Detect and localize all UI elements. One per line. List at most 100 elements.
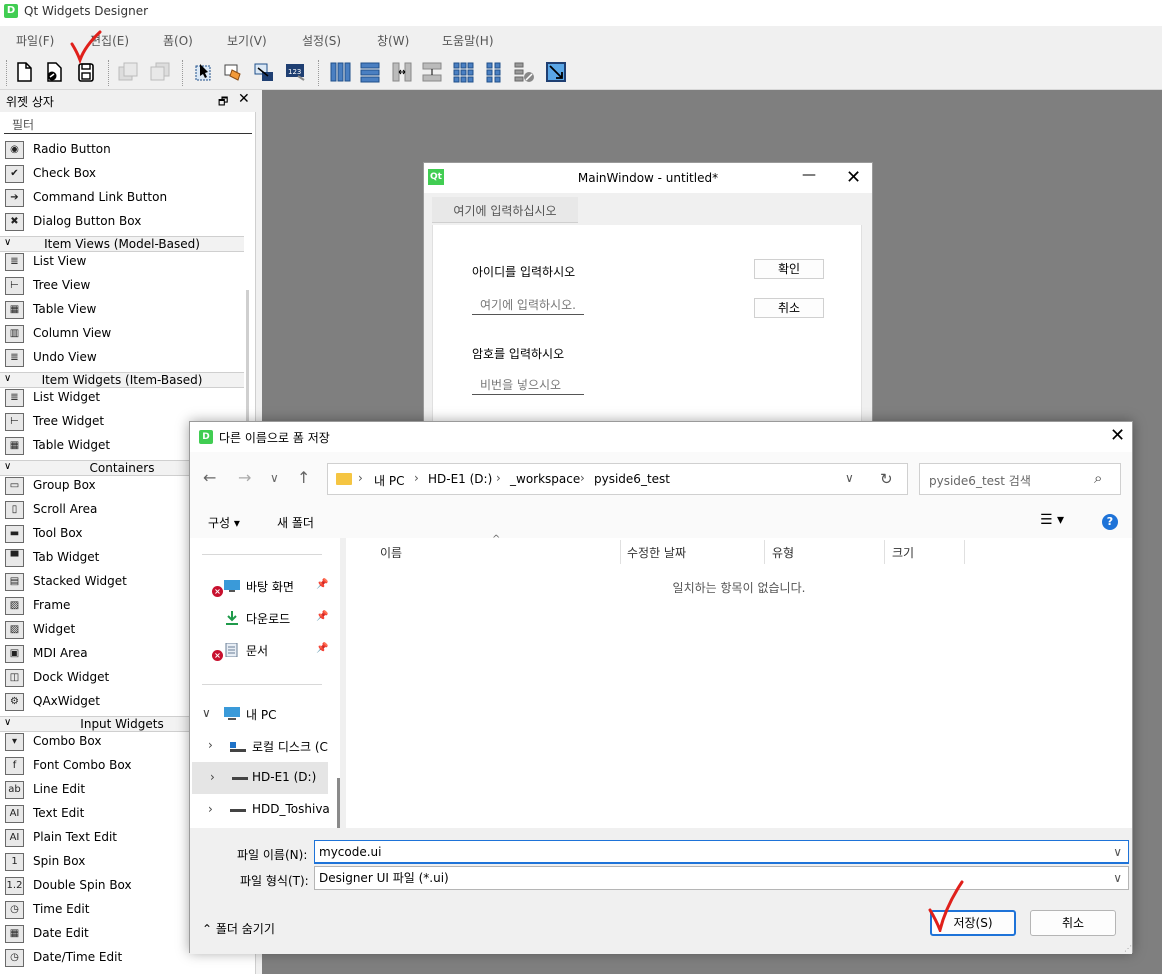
pin-icon[interactable]: 📌 [316, 579, 328, 590]
filetype-dropdown-icon[interactable]: ∨ [1113, 867, 1122, 889]
bring-to-front-icon[interactable] [116, 60, 140, 84]
breadcrumb-this-pc[interactable]: 내 PC [374, 472, 404, 489]
folder-search-input[interactable]: pyside6_test 검색 ⌕ [919, 463, 1121, 495]
ok-button[interactable]: 확인 [754, 259, 824, 279]
minimize-icon[interactable]: — [802, 167, 816, 183]
menu-window[interactable]: 창(W) [377, 32, 409, 49]
pin-icon[interactable]: 📌 [316, 643, 328, 654]
organize-button[interactable]: 구성 ▾ [208, 514, 240, 531]
open-form-icon[interactable] [42, 60, 66, 84]
cancel-button[interactable]: 취소 [754, 298, 824, 318]
edit-signals-slots-icon[interactable] [252, 60, 276, 84]
table-widget-icon: ▦ [5, 437, 24, 455]
edit-widgets-icon[interactable] [192, 60, 216, 84]
edit-tab-order-icon[interactable]: 123 [284, 60, 308, 84]
new-folder-button[interactable]: 새 폴더 [277, 514, 314, 531]
recent-locations-chevron-icon[interactable]: ∨ [270, 471, 279, 485]
refresh-icon[interactable]: ↻ [880, 470, 893, 488]
filename-dropdown-icon[interactable]: ∨ [1113, 841, 1122, 863]
widget-list-item[interactable]: ✔ Check Box [0, 162, 244, 186]
nav-this-pc[interactable]: ∨ 내 PC [190, 698, 330, 730]
menu-settings[interactable]: 설정(S) [302, 32, 341, 49]
nav-hd-e1[interactable]: › HD-E1 (D:) [192, 762, 328, 794]
widget-list-item[interactable]: ▦ Table View [0, 298, 244, 322]
search-icon[interactable]: ⌕ [1094, 469, 1102, 487]
nav-hdd-toshiba[interactable]: › HDD_Toshiva [190, 794, 330, 826]
lay-out-form-icon[interactable] [482, 60, 506, 84]
menu-view[interactable]: 보기(V) [227, 32, 267, 49]
save-button[interactable]: 저장(S) [930, 910, 1016, 936]
widget-list-item[interactable]: ◉ Radio Button [0, 138, 244, 162]
column-header-size[interactable]: 크기 [892, 544, 914, 561]
column-header-modified[interactable]: 수정한 날짜 [627, 544, 686, 561]
dialog-cancel-button[interactable]: 취소 [1030, 910, 1116, 936]
id-input[interactable]: 여기에 입력하시오. [472, 295, 584, 315]
address-dropdown-icon[interactable]: ∨ [845, 471, 854, 485]
nav-downloads[interactable]: 다운로드 📌 [190, 602, 330, 634]
column-separator[interactable] [964, 540, 965, 564]
address-bar[interactable]: › 내 PC › HD-E1 (D:) › _workspace › pysid… [327, 463, 908, 495]
collapsed-chevron-icon[interactable]: › [208, 738, 213, 752]
menu-help[interactable]: 도움말(H) [442, 32, 494, 49]
menu-file[interactable]: 파일(F) [16, 32, 54, 49]
up-arrow-icon[interactable]: ↑ [297, 468, 310, 487]
save-form-icon[interactable] [74, 60, 98, 84]
lay-out-vertically-icon[interactable] [358, 60, 382, 84]
widget-list-item[interactable]: ⊢ Tree View [0, 274, 244, 298]
forward-arrow-icon[interactable]: → [238, 468, 251, 487]
collapsed-chevron-icon[interactable]: › [210, 770, 215, 784]
pin-icon[interactable]: 📌 [316, 611, 328, 622]
splitter-vertical-icon[interactable] [420, 60, 444, 84]
column-separator[interactable] [764, 540, 765, 564]
lay-out-grid-icon[interactable] [451, 60, 475, 84]
new-form-icon[interactable] [12, 60, 36, 84]
breadcrumb-workspace[interactable]: _workspace [510, 472, 580, 486]
help-icon[interactable]: ? [1102, 514, 1118, 530]
widget-list-item[interactable]: ≣ List View [0, 250, 244, 274]
filename-input[interactable]: mycode.ui ∨ [314, 840, 1129, 864]
edit-buddies-icon[interactable] [222, 60, 246, 84]
column-header-type[interactable]: 유형 [772, 544, 794, 561]
list-view-icon: ≣ [5, 253, 24, 271]
lay-out-horizontally-icon[interactable] [328, 60, 352, 84]
stacked-widget-icon: ▤ [5, 573, 24, 591]
resize-grip-icon[interactable]: ⋰ [1124, 944, 1132, 953]
breadcrumb-hd-e1[interactable]: HD-E1 (D:) [428, 472, 492, 486]
nav-local-disk[interactable]: › 로컬 디스크 (C [190, 730, 330, 762]
menu-edit[interactable]: 편집(E) [90, 32, 129, 49]
password-input[interactable]: 비번을 넣으시오 [472, 375, 584, 395]
form-main-window[interactable]: Qt MainWindow - untitled* — ✕ 여기에 입력하십시오… [423, 162, 873, 425]
adjust-size-icon[interactable] [544, 60, 568, 84]
menu-form[interactable]: 폼(O) [163, 32, 193, 49]
expanded-chevron-icon[interactable]: ∨ [202, 706, 211, 720]
float-dock-icon[interactable]: 🗗 [218, 93, 228, 112]
dialog-close-icon[interactable]: ✕ [1110, 425, 1125, 446]
column-header-name[interactable]: 이름 [380, 544, 402, 561]
widget-list-item[interactable]: ▥ Column View [0, 322, 244, 346]
close-icon[interactable]: ✕ [846, 167, 861, 188]
widget-list-item[interactable]: ✖ Dialog Button Box [0, 210, 244, 234]
column-view-icon: ▥ [5, 325, 24, 343]
view-options-icon[interactable]: ☰ ▾ [1040, 512, 1064, 528]
collapsed-chevron-icon[interactable]: › [208, 802, 213, 816]
breadcrumb-pyside6-test[interactable]: pyside6_test [594, 472, 670, 486]
nav-desktop[interactable]: × 바탕 화면 📌 [190, 570, 330, 602]
filetype-select[interactable]: Designer UI 파일 (*.ui) ∨ [314, 866, 1129, 890]
break-layout-icon[interactable] [512, 60, 536, 84]
widget-list-item[interactable]: ➔ Command Link Button [0, 186, 244, 210]
widget-list-item[interactable]: ≣ List Widget [0, 386, 244, 410]
close-dock-icon[interactable]: ✕ [238, 91, 250, 107]
form-menu-placeholder[interactable]: 여기에 입력하십시오 [432, 197, 578, 223]
toolbar-separator [6, 60, 8, 86]
splitter-horizontal-icon[interactable] [390, 60, 414, 84]
dialog-button-box-icon: ✖ [5, 213, 24, 231]
column-separator[interactable] [884, 540, 885, 564]
back-arrow-icon[interactable]: ← [203, 468, 216, 487]
nav-documents[interactable]: × 문서 📌 [190, 634, 330, 666]
widget-list-item[interactable]: ≣ Undo View [0, 346, 244, 370]
send-to-back-icon[interactable] [148, 60, 172, 84]
column-separator[interactable] [620, 540, 621, 564]
form-title-bar: Qt MainWindow - untitled* — ✕ [424, 163, 872, 193]
widget-filter-input[interactable]: 필터 [4, 114, 252, 134]
hide-folders-button[interactable]: ⌃ 폴더 숨기기 [202, 920, 275, 937]
